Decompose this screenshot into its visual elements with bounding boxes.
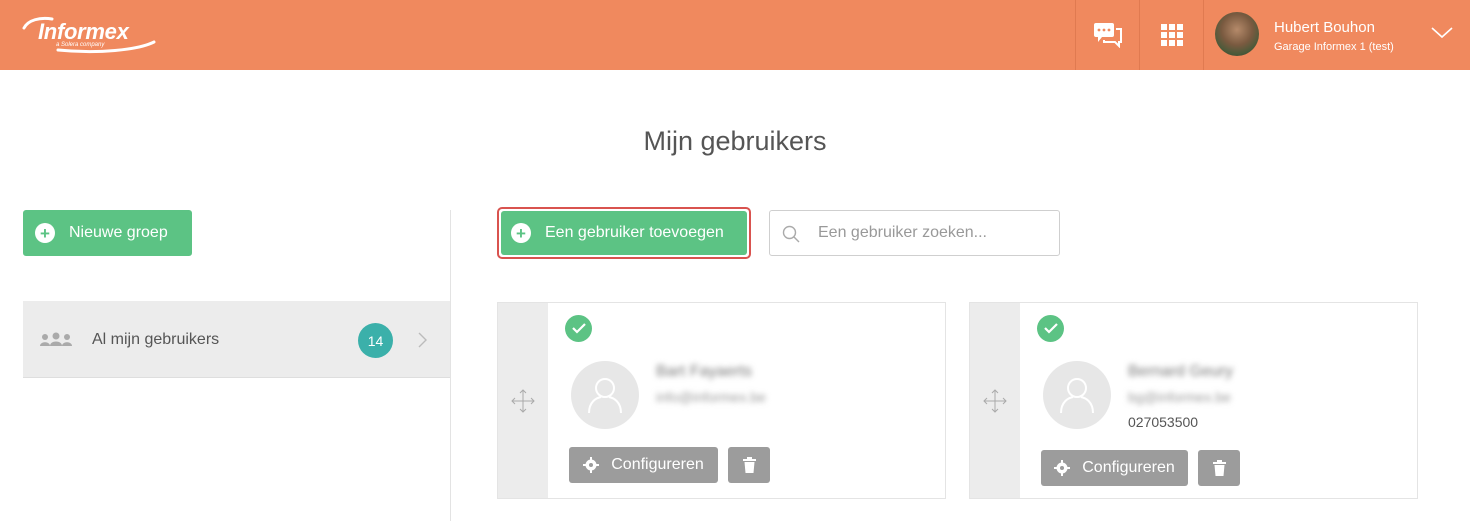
user-icon [1060,378,1094,414]
add-user-button[interactable]: + Een gebruiker toevoegen [501,211,747,255]
trash-icon [742,457,756,473]
gear-icon [583,457,600,473]
user-name: Bart Fayaerts [656,363,753,380]
user-card: Bart Fayaerts info@informex.be Configure… [497,302,946,499]
configure-button[interactable]: Configureren [569,447,718,483]
chat-icon [1093,23,1122,48]
column-divider [450,210,451,521]
new-group-label: Nieuwe groep [69,224,168,241]
search-input[interactable] [818,222,1048,244]
top-bar: Informex a Solera company Hubert Bouhon … [0,0,1470,70]
user-avatar-placeholder [571,361,639,429]
add-user-highlight: + Een gebruiker toevoegen [497,207,751,259]
move-icon [983,388,1007,413]
move-icon [511,388,535,413]
drag-handle[interactable] [970,303,1020,498]
user-email: info@informex.be [656,389,766,405]
apps-grid-icon [1160,24,1183,46]
configure-button[interactable]: Configureren [1041,450,1188,486]
user-name: Bernard Geury [1128,363,1233,380]
search-icon [782,225,800,243]
trash-icon [1212,460,1226,476]
user-icon [588,378,622,414]
group-item-all-users[interactable]: Al mijn gebruikers 14 [23,301,450,378]
active-check-icon [1037,315,1064,342]
plus-icon: + [35,223,55,243]
user-name: Hubert Bouhon [1274,19,1375,36]
apps-button[interactable] [1139,0,1203,70]
users-group-icon [40,332,72,346]
configure-label: Configureren [611,456,704,473]
gear-icon [1054,460,1071,476]
chat-button[interactable] [1075,0,1139,70]
chevron-down-icon[interactable] [1430,26,1454,40]
user-card: Bernard Geury bg@informex.be 027053500 C… [969,302,1418,499]
add-user-label: Een gebruiker toevoegen [545,224,724,241]
configure-label: Configureren [1082,459,1175,476]
user-menu[interactable]: Hubert Bouhon Garage Informex 1 (test) [1203,0,1470,70]
chevron-right-icon [418,332,427,348]
plus-icon: + [511,223,531,243]
drag-handle[interactable] [498,303,548,498]
user-search-box[interactable] [769,210,1060,256]
delete-button[interactable] [728,447,770,483]
new-group-button[interactable]: + Nieuwe groep [23,210,192,256]
user-avatar-placeholder [1043,361,1111,429]
logo-tagline: a Solera company [56,42,105,48]
user-garage: Garage Informex 1 (test) [1274,41,1394,53]
informex-logo[interactable]: Informex a Solera company [18,14,158,56]
delete-button[interactable] [1198,450,1240,486]
active-check-icon [565,315,592,342]
user-avatar [1215,12,1259,56]
user-count-badge: 14 [358,323,393,358]
user-phone: 027053500 [1128,414,1199,430]
page-title: Mijn gebruikers [643,126,827,156]
user-email: bg@informex.be [1128,389,1231,405]
group-item-label: Al mijn gebruikers [92,331,220,348]
